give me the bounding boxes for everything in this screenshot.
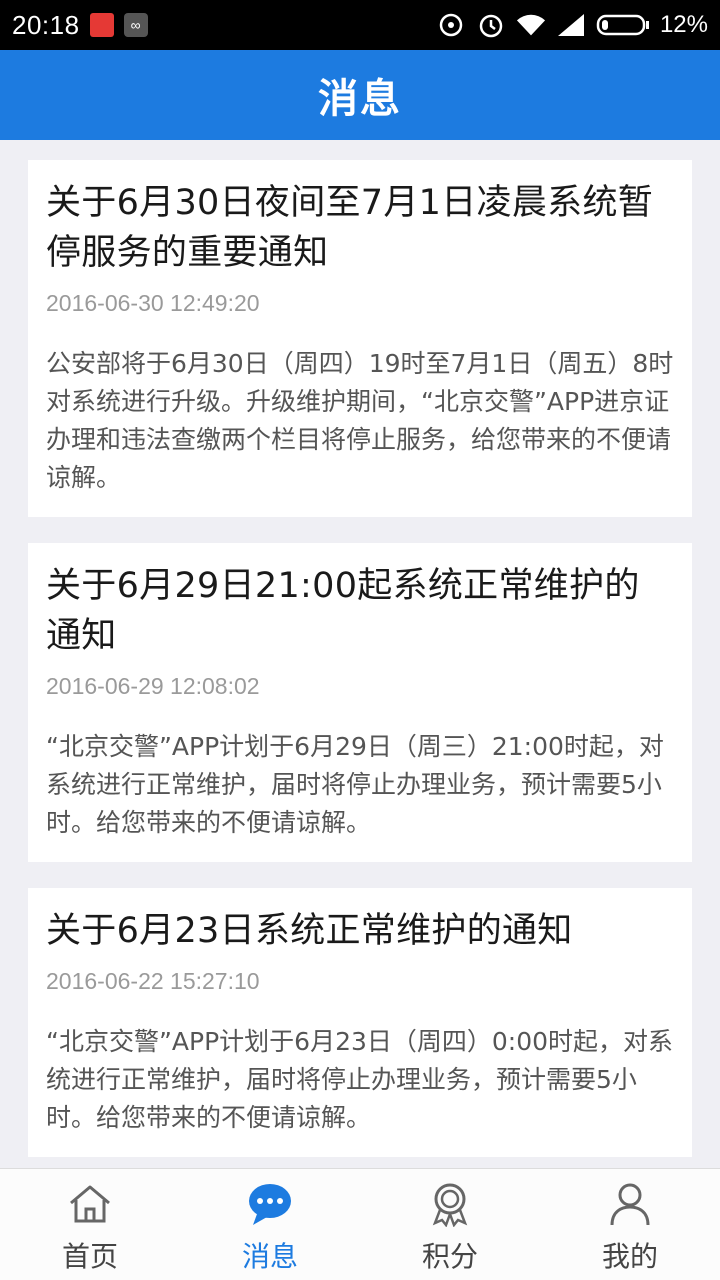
message-list[interactable]: 关于6月30日夜间至7月1日凌晨系统暂停服务的重要通知 2016-06-30 1…: [0, 140, 720, 1168]
message-title: 关于6月30日夜间至7月1日凌晨系统暂停服务的重要通知: [46, 183, 654, 273]
status-bar: 20:18 ∞ 12%: [0, 0, 720, 50]
home-icon: [67, 1181, 113, 1227]
message-body: 公安部将于6月30日（周四）19时至7月1日（周五）8时对系统进行升级。升级维护…: [46, 349, 674, 492]
nav-profile-label: 我的: [601, 1240, 658, 1273]
nav-messages[interactable]: 消息: [180, 1169, 360, 1280]
nav-points[interactable]: 积分: [360, 1169, 540, 1280]
bottom-nav: 首页 消息 积分 我的: [0, 1168, 720, 1280]
wifi-icon: [516, 10, 546, 40]
signal-icon: [556, 10, 586, 40]
battery-icon: [596, 10, 650, 40]
message-card[interactable]: 关于6月30日夜间至7月1日凌晨系统暂停服务的重要通知 2016-06-30 1…: [28, 160, 692, 517]
message-card[interactable]: 关于6月23日系统正常维护的通知 2016-06-22 15:27:10 “北京…: [28, 888, 692, 1157]
alarm-icon: [476, 10, 506, 40]
message-time: 2016-06-22 15:27:10: [46, 968, 260, 994]
message-card[interactable]: 关于6月29日21:00起系统正常维护的通知 2016-06-29 12:08:…: [28, 543, 692, 862]
message-title: 关于6月23日系统正常维护的通知: [46, 911, 573, 951]
person-icon: [607, 1181, 653, 1227]
message-body: “北京交警”APP计划于6月29日（周三）21:00时起，对系统进行正常维护，届…: [46, 732, 664, 837]
notification-app-icon: [89, 13, 114, 37]
nav-home[interactable]: 首页: [0, 1169, 180, 1280]
status-time: 20:18: [12, 9, 80, 40]
notification-link-icon: ∞: [123, 13, 148, 37]
message-time: 2016-06-29 12:08:02: [46, 673, 260, 699]
award-badge-icon: [427, 1181, 473, 1227]
nav-points-label: 积分: [421, 1240, 478, 1273]
message-time: 2016-06-30 12:49:20: [46, 290, 260, 316]
hotspot-icon: [436, 10, 466, 40]
nav-home-label: 首页: [61, 1240, 118, 1273]
app-header: 消息: [0, 50, 720, 140]
page-title: 消息: [318, 76, 402, 122]
nav-messages-label: 消息: [241, 1240, 298, 1273]
message-body: “北京交警”APP计划于6月23日（周四）0:00时起，对系统进行正常维护，届时…: [46, 1027, 674, 1132]
status-bar-left: 20:18 ∞: [12, 10, 148, 41]
message-title: 关于6月29日21:00起系统正常维护的通知: [46, 566, 640, 656]
battery-level: 12%: [659, 11, 708, 38]
nav-profile[interactable]: 我的: [540, 1169, 720, 1280]
chat-bubble-icon: [247, 1181, 293, 1227]
status-bar-right: 12%: [436, 10, 708, 40]
